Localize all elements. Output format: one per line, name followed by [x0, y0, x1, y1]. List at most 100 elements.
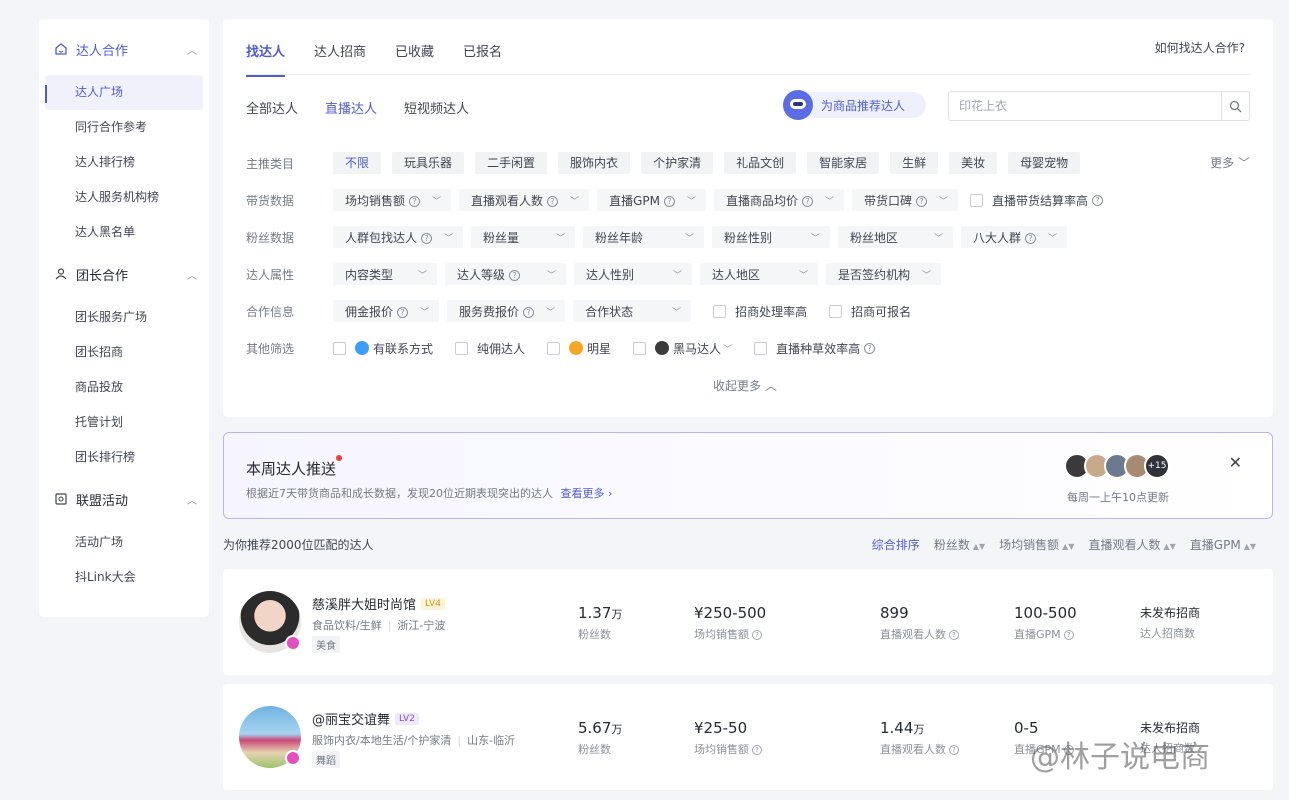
filter-dropdown[interactable]: 直播商品均价? ﹀ — [713, 189, 844, 211]
category-chip[interactable]: 不限 — [333, 152, 382, 174]
category-chip[interactable]: 生鲜 — [890, 152, 939, 174]
category-chip[interactable]: 母婴宠物 — [1008, 152, 1081, 174]
filter-dropdown[interactable]: 达人性别 ﹀ — [574, 263, 692, 285]
checkbox[interactable] — [754, 341, 768, 355]
filter-dropdown[interactable]: 粉丝地区 ﹀ — [838, 226, 954, 248]
checkbox[interactable] — [970, 193, 984, 207]
sidebar-item-creator-ranking[interactable]: 达人排行榜 — [39, 145, 209, 180]
filter-dropdown[interactable]: 佣金报价? ﹀ — [333, 300, 440, 322]
filter-dropdown[interactable]: 服务费报价? ﹀ — [447, 300, 566, 322]
category-chip[interactable]: 玩具乐器 — [392, 152, 465, 174]
chevron-down-icon: ﹀ — [685, 233, 695, 244]
category-chip[interactable]: 美妆 — [949, 152, 998, 174]
checkbox[interactable] — [547, 341, 561, 355]
creator-meta: 服饰内衣/本地生活/个护家清 | 山东-临沂 — [312, 732, 515, 748]
sidebar-group-leader-coop[interactable]: 团长合作 ︿ — [39, 258, 209, 290]
sidebar-item-peer-reference[interactable]: 同行合作参考 — [39, 110, 209, 145]
sidebar-item-leader-service[interactable]: 团长服务广场 — [39, 300, 209, 335]
dropdown-label: 佣金报价 — [345, 304, 394, 319]
checkbox[interactable] — [455, 341, 469, 355]
category-chip[interactable]: 个护家清 — [641, 152, 714, 174]
sidebar-item-managed-plan[interactable]: 托管计划 — [39, 405, 209, 440]
sidebar-item-creator-square[interactable]: 达人广场 — [45, 75, 203, 110]
sidebar-item-link-conference[interactable]: 抖Link大会 — [39, 560, 209, 595]
sidebar-item-leader-ranking[interactable]: 团长排行榜 — [39, 440, 209, 475]
filter-label: 其他筛选 — [246, 341, 295, 356]
filter-dropdown[interactable]: 粉丝性别 ﹀ — [712, 226, 831, 248]
filter-dropdown[interactable]: 达人地区 ﹀ — [700, 263, 818, 285]
checkbox[interactable] — [333, 341, 346, 355]
filter-dropdown[interactable]: 合作状态 ﹀ — [573, 300, 692, 322]
sidebar-item-blacklist[interactable]: 达人黑名单 — [39, 215, 209, 250]
chevron-down-icon: ﹀ — [1048, 233, 1058, 244]
dark-horse-checkbox[interactable]: 黑马达人 ﹀ — [633, 340, 732, 357]
pure-commission-checkbox[interactable]: 纯佣达人 — [455, 340, 525, 357]
creator-card[interactable]: 慈溪胖大姐时尚馆 LV4 食品饮料/生鲜 | 浙江-宁波 美食 1.37万 粉丝数 ¥2… — [223, 569, 1273, 675]
sort-comprehensive[interactable]: 综合排序 — [872, 536, 920, 553]
filter-dropdown[interactable]: 直播观看人数? ﹀ — [459, 189, 590, 211]
subtab-live[interactable]: 直播达人 — [325, 98, 377, 117]
level-badge: LV4 — [421, 597, 445, 610]
collapse-filters-button[interactable]: 收起更多 ︿ — [713, 377, 777, 394]
tab-registered[interactable]: 已报名 — [463, 41, 502, 77]
filter-dropdown[interactable]: 粉丝年龄 ﹀ — [583, 226, 705, 248]
subtab-short-video[interactable]: 短视频达人 — [404, 98, 469, 117]
filter-dropdown[interactable]: 直播GPM? ﹀ — [597, 189, 706, 211]
sort-gpm[interactable]: 直播GPM ▲▼ — [1190, 536, 1256, 553]
subtab-all[interactable]: 全部达人 — [246, 98, 298, 117]
filter-dropdown[interactable]: 人群包找达人? ﹀ — [333, 226, 464, 248]
push-avatars[interactable]: +15 — [1064, 453, 1170, 479]
recommend-creators-button[interactable]: 为商品推荐达人 — [783, 90, 926, 120]
sidebar-item-product-placement[interactable]: 商品投放 — [39, 370, 209, 405]
filter-dropdown[interactable]: 带货口碑? ﹀ — [852, 189, 959, 211]
creator-name[interactable]: 慈溪胖大姐时尚馆 LV4 — [312, 594, 445, 613]
filter-dropdown[interactable]: 是否签约机构 ﹀ — [826, 263, 942, 285]
collapse-label: 收起更多 — [713, 379, 762, 393]
help-icon: ? — [752, 745, 762, 755]
seeding-efficiency-checkbox[interactable]: 直播种草效率高? — [754, 340, 876, 357]
filter-label: 主推类目 — [246, 156, 295, 171]
filter-dropdown[interactable]: 场均销售额? ﹀ — [333, 189, 452, 211]
checkbox[interactable] — [829, 304, 843, 318]
more-categories-button[interactable]: 更多 ﹀ — [1210, 154, 1250, 171]
tab-favorites[interactable]: 已收藏 — [395, 41, 434, 77]
close-icon[interactable]: ✕ — [1229, 453, 1242, 472]
recruit-rate-checkbox[interactable]: 招商处理率高 — [713, 303, 807, 320]
category-chip[interactable]: 智能家居 — [807, 152, 880, 174]
sort-viewers[interactable]: 直播观看人数 ▲▼ — [1088, 536, 1175, 553]
category-chip[interactable]: 二手闲置 — [475, 152, 548, 174]
dropdown-label: 合作状态 — [585, 304, 634, 319]
sort-sales[interactable]: 场均销售额 ▲▼ — [999, 536, 1074, 553]
metric-label: 直播观看人数 — [880, 628, 946, 641]
chevron-down-icon: ﹀ — [723, 344, 733, 355]
help-link[interactable]: 如何找达人合作? — [1155, 39, 1245, 56]
chevron-up-icon: ︿ — [187, 495, 197, 507]
tab-find-creators[interactable]: 找达人 — [246, 41, 286, 77]
sidebar-group-creator-coop[interactable]: 达人合作 ︿ — [39, 33, 209, 65]
sidebar-group-alliance[interactable]: 联盟活动 ︿ — [39, 483, 209, 515]
metric-label: 粉丝数 — [578, 743, 611, 756]
filter-dropdown[interactable]: 粉丝量 ﹀ — [471, 226, 576, 248]
creator-name[interactable]: @丽宝交谊舞 LV2 — [312, 709, 419, 728]
tab-creator-recruit[interactable]: 达人招商 — [314, 41, 366, 77]
sort-fans[interactable]: 粉丝数 ▲▼ — [934, 536, 985, 553]
filter-row-other: 其他筛选 有联系方式 纯佣达人 明星 黑马达人 ﹀ 直播种草效率高? — [246, 336, 897, 360]
recruit-open-checkbox[interactable]: 招商可报名 — [829, 303, 911, 320]
sidebar-item-agency-ranking[interactable]: 达人服务机构榜 — [39, 180, 209, 215]
dropdown-label: 场均销售额 — [345, 193, 406, 208]
sidebar-item-leader-recruit[interactable]: 团长招商 — [39, 335, 209, 370]
settlement-rate-checkbox[interactable]: 直播带货结算率高? — [970, 192, 1104, 209]
sidebar-item-activity-square[interactable]: 活动广场 — [39, 525, 209, 560]
filter-dropdown[interactable]: 内容类型 ﹀ — [333, 263, 437, 285]
filter-dropdown[interactable]: 八大人群? ﹀ — [961, 226, 1068, 248]
checkbox[interactable] — [713, 304, 727, 318]
search-input[interactable] — [949, 92, 1221, 120]
star-checkbox[interactable]: 明星 — [547, 340, 611, 357]
checkbox[interactable] — [633, 341, 647, 355]
view-more-link[interactable]: 查看更多 › — [561, 487, 613, 500]
search-button[interactable] — [1221, 92, 1249, 120]
category-chip[interactable]: 礼品文创 — [724, 152, 797, 174]
contact-checkbox[interactable]: 有联系方式 — [333, 340, 433, 357]
filter-dropdown[interactable]: 达人等级? ﹀ — [445, 263, 566, 285]
category-chip[interactable]: 服饰内衣 — [558, 152, 631, 174]
